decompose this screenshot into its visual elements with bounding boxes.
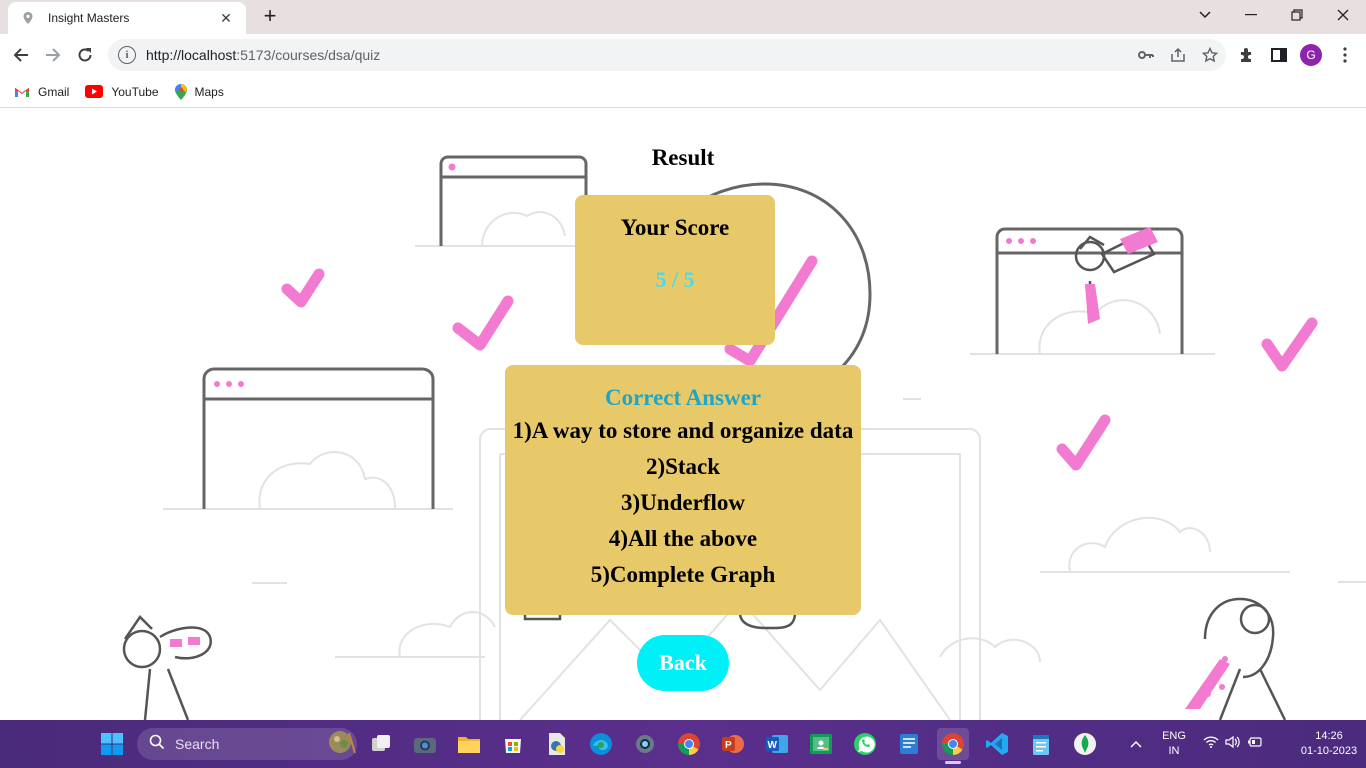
bookmark-youtube[interactable]: YouTube [85, 85, 159, 99]
windows-taskbar: Search P W ENG IN 14:26 01-10-2023 [0, 720, 1366, 768]
page-title: Result [651, 145, 715, 170]
tab-close-icon[interactable]: ✕ [218, 10, 234, 27]
windows-start-icon[interactable] [96, 728, 128, 760]
browser-tab[interactable]: Insight Masters ✕ [8, 2, 246, 34]
score-value: 5 / 5 [655, 267, 695, 292]
microsoft-store-icon[interactable] [497, 728, 529, 760]
back-arrow-icon[interactable] [8, 42, 34, 68]
tab-search-chevron-icon[interactable] [1182, 0, 1228, 30]
search-icon [149, 734, 165, 755]
language-indicator[interactable]: ENG IN [1156, 729, 1192, 759]
minimize-icon[interactable] [1228, 0, 1274, 30]
youtube-icon [85, 85, 104, 98]
svg-text:P: P [725, 740, 732, 751]
google-classroom-icon[interactable] [805, 728, 837, 760]
clock-date: 01-10-2023 [1300, 745, 1358, 757]
profile-avatar[interactable]: G [1300, 44, 1322, 66]
maps-icon [174, 83, 187, 100]
tab-title: Insight Masters [48, 11, 130, 25]
bookmark-gmail[interactable]: Gmail [14, 85, 69, 99]
browser-toolbar: i http://localhost:5173/courses/dsa/quiz… [0, 34, 1366, 76]
answer-item: 2)Stack [645, 454, 721, 479]
kebab-menu-icon[interactable] [1332, 42, 1358, 68]
gmail-icon [14, 86, 30, 98]
powerpoint-icon[interactable]: P [717, 728, 749, 760]
system-tray-status[interactable] [1198, 728, 1268, 760]
bookmarks-bar: Gmail YouTube Maps [0, 76, 1366, 108]
wifi-icon [1203, 735, 1219, 753]
search-highlight-icon [327, 729, 357, 760]
tray-chevron-up-icon[interactable] [1120, 728, 1152, 760]
settings-gear-icon[interactable] [629, 728, 661, 760]
chrome-active-icon[interactable] [937, 728, 969, 760]
site-info-icon[interactable]: i [118, 46, 136, 64]
bookmark-maps[interactable]: Maps [174, 83, 224, 100]
side-panel-icon[interactable] [1266, 42, 1292, 68]
vscode-icon[interactable] [981, 728, 1013, 760]
answer-item: 1)A way to store and organize data [512, 418, 854, 443]
volume-icon [1225, 735, 1241, 753]
answers-title: Correct Answer [604, 385, 762, 410]
answer-item: 4)All the above [608, 526, 758, 551]
extensions-puzzle-icon[interactable] [1234, 42, 1260, 68]
close-window-icon[interactable] [1320, 0, 1366, 30]
bookmark-star-icon[interactable] [1194, 39, 1226, 71]
clock-time: 14:26 [1315, 730, 1343, 742]
notepad-icon[interactable] [1025, 728, 1057, 760]
file-explorer-icon[interactable] [453, 728, 485, 760]
forward-arrow-icon[interactable] [40, 42, 66, 68]
url-text[interactable]: http://localhost:5173/courses/dsa/quiz [146, 47, 1130, 63]
word-icon[interactable]: W [761, 728, 793, 760]
answers-list: 1)A way to store and organize data 2)Sta… [505, 413, 861, 593]
back-button[interactable]: Back [637, 635, 729, 691]
camera-app-icon[interactable] [409, 728, 441, 760]
key-icon[interactable] [1130, 39, 1162, 71]
svg-text:W: W [768, 740, 778, 751]
location-pin-icon [20, 10, 36, 26]
correct-answers-card: Correct Answer 1)A way to store and orga… [505, 365, 861, 615]
share-icon[interactable] [1162, 39, 1194, 71]
whatsapp-icon[interactable] [849, 728, 881, 760]
notepad-blue-icon[interactable] [893, 728, 925, 760]
tab-strip: Insight Masters ✕ + [0, 0, 1366, 34]
search-label: Search [175, 736, 220, 752]
mongodb-compass-icon[interactable] [1069, 728, 1101, 760]
score-card: Your Score 5 / 5 [575, 195, 775, 345]
score-label: Your Score [620, 215, 730, 240]
task-view-icon[interactable] [365, 728, 397, 760]
taskbar-search[interactable]: Search [137, 728, 357, 760]
clock[interactable]: 14:26 01-10-2023 [1298, 729, 1360, 759]
address-bar[interactable]: i http://localhost:5173/courses/dsa/quiz [108, 39, 1226, 71]
new-tab-button[interactable]: + [258, 4, 282, 28]
answer-item: 5)Complete Graph [590, 562, 776, 587]
python-file-icon[interactable] [541, 728, 573, 760]
active-app-indicator [945, 761, 961, 764]
answer-item: 3)Underflow [621, 490, 745, 515]
battery-icon [1247, 735, 1263, 753]
chrome-icon[interactable] [673, 728, 705, 760]
edge-browser-icon[interactable] [585, 728, 617, 760]
reload-icon[interactable] [72, 42, 98, 68]
restore-icon[interactable] [1274, 0, 1320, 30]
quiz-result-page: Result Your Score 5 / 5 Correct Answer 1… [0, 109, 1366, 720]
